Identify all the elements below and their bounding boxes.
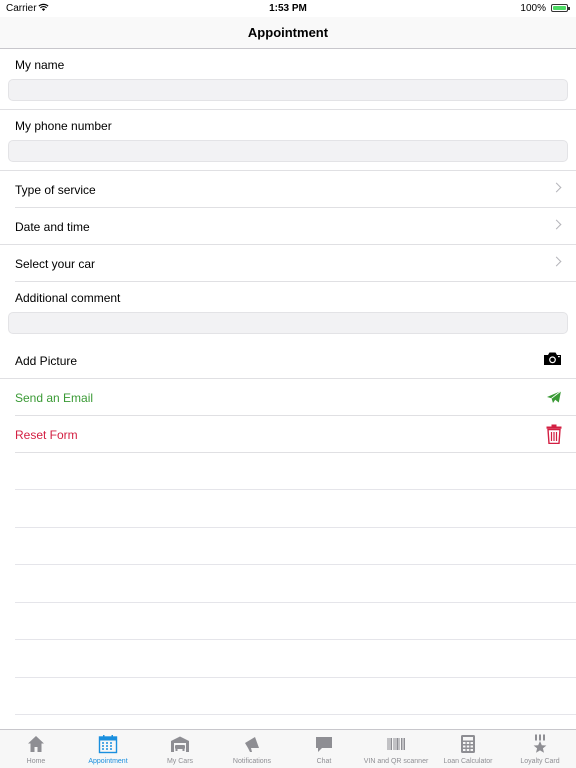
- empty-row-divider: [15, 564, 576, 565]
- send-email-label: Send an Email: [15, 391, 94, 405]
- camera-icon[interactable]: [543, 351, 562, 369]
- tab-label: Loan Calculator: [443, 758, 493, 765]
- empty-row-divider: [15, 639, 576, 640]
- name-input-row: [0, 79, 576, 109]
- battery-percentage: 100%: [520, 3, 546, 14]
- chat-bubble-icon: [314, 734, 334, 754]
- tab-home[interactable]: Home: [0, 730, 72, 768]
- name-label: My name: [15, 58, 65, 72]
- tab-label: Appointment: [88, 758, 128, 765]
- tab-label: Loyalty Card: [520, 758, 560, 765]
- comment-input-row: [0, 312, 576, 342]
- calendar-icon: [98, 734, 118, 754]
- barcode-icon: [386, 734, 406, 754]
- empty-row-divider: [15, 527, 576, 528]
- tab-loan-calculator[interactable]: Loan Calculator: [432, 730, 504, 768]
- chevron-right-icon: [551, 256, 562, 267]
- empty-row-divider: [15, 677, 576, 678]
- comment-row: Additional comment: [0, 282, 576, 312]
- select-car-row[interactable]: Select your car: [0, 245, 576, 282]
- megaphone-icon: [242, 734, 262, 754]
- tab-notifications[interactable]: Notifications: [216, 730, 288, 768]
- empty-row-divider: [15, 602, 576, 603]
- tab-chat[interactable]: Chat: [288, 730, 360, 768]
- empty-row-divider: [15, 714, 576, 715]
- tab-vin-qr-scanner[interactable]: VIN and QR scanner: [360, 730, 432, 768]
- phone-label: My phone number: [15, 119, 112, 133]
- tab-loyalty-card[interactable]: Loyalty Card: [504, 730, 576, 768]
- chevron-right-icon: [551, 182, 562, 193]
- phone-input-row: [0, 140, 576, 170]
- home-icon: [26, 734, 46, 754]
- empty-row-divider: [15, 489, 576, 490]
- select-car-label: Select your car: [15, 257, 96, 271]
- appointment-form: My name My phone number Type of service …: [0, 49, 576, 453]
- date-time-row[interactable]: Date and time: [0, 208, 576, 245]
- medal-icon: [530, 734, 550, 754]
- tab-label: VIN and QR scanner: [363, 758, 429, 765]
- tab-label: Notifications: [232, 758, 272, 765]
- reset-form-row[interactable]: Reset Form: [0, 416, 576, 453]
- chevron-right-icon: [551, 219, 562, 230]
- tab-label: Chat: [316, 758, 332, 765]
- tab-label: My Cars: [166, 758, 194, 765]
- send-email-row[interactable]: Send an Email: [0, 379, 576, 416]
- clock-time: 1:53 PM: [269, 3, 307, 14]
- name-input[interactable]: [8, 79, 568, 101]
- navigation-bar: Appointment: [0, 17, 576, 49]
- page-title: Appointment: [247, 25, 329, 40]
- service-type-label: Type of service: [15, 183, 96, 197]
- paper-plane-icon[interactable]: [546, 390, 562, 407]
- trash-icon[interactable]: [546, 424, 562, 447]
- reset-form-label: Reset Form: [15, 428, 78, 442]
- comment-label: Additional comment: [15, 291, 121, 305]
- tab-bar: Home Appointment My Cars Notifications C…: [0, 729, 576, 768]
- tab-appointment[interactable]: Appointment: [72, 730, 144, 768]
- calculator-icon: [458, 734, 478, 754]
- garage-icon: [170, 734, 190, 754]
- phone-row: My phone number: [0, 109, 576, 140]
- comment-input[interactable]: [8, 312, 568, 334]
- status-bar: Carrier 1:53 PM 100%: [0, 0, 576, 17]
- name-row: My name: [0, 49, 576, 79]
- battery-icon: [551, 4, 570, 12]
- tab-label: Home: [26, 758, 46, 765]
- tab-my-cars[interactable]: My Cars: [144, 730, 216, 768]
- add-picture-label: Add Picture: [15, 354, 78, 368]
- divider: [15, 452, 576, 453]
- phone-input[interactable]: [8, 140, 568, 162]
- add-picture-row[interactable]: Add Picture: [0, 342, 576, 379]
- service-type-row[interactable]: Type of service: [0, 170, 576, 208]
- date-time-label: Date and time: [15, 220, 90, 234]
